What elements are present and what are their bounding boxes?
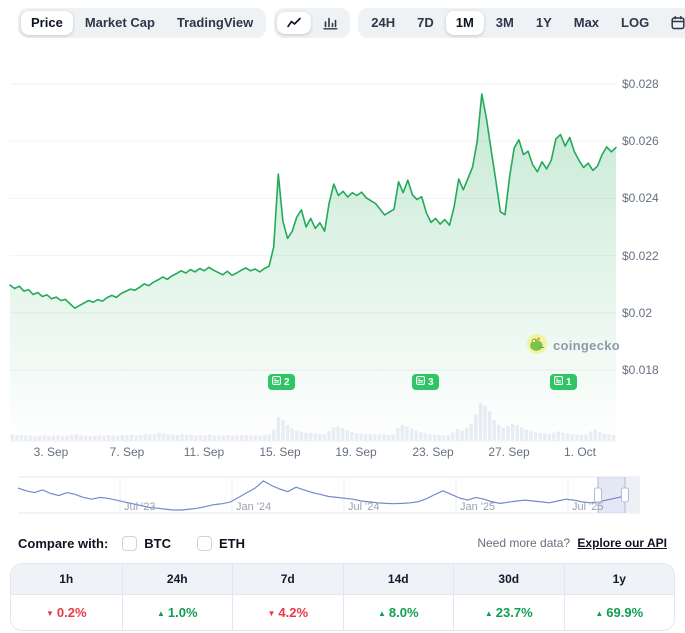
pct-value: ▲1.0%: [123, 595, 233, 630]
scale-log-toggle[interactable]: LOG: [611, 11, 659, 35]
hint-text: Need more data?: [477, 536, 570, 550]
compare-option-btc[interactable]: BTC: [122, 536, 171, 551]
change-arrow-icon: ▲: [157, 609, 165, 618]
table-column: 1h ▼0.2%: [11, 564, 122, 630]
bar-chart-icon: [322, 16, 338, 30]
navigator-label: Jul '24: [348, 501, 379, 513]
watermark-text: coingecko: [553, 338, 620, 353]
range-24h[interactable]: 24H: [361, 11, 405, 35]
price-area: [10, 94, 616, 441]
x-axis-label: 7. Sep: [110, 445, 145, 459]
pct-value: ▼4.2%: [233, 595, 343, 630]
compare-row: Compare with: BTC ETH Need more data? Ex…: [18, 533, 667, 553]
change-arrow-icon: ▼: [46, 609, 54, 618]
range-group: 24H 7D 1M 3M 1Y Max LOG: [358, 8, 685, 38]
y-axis-label: $0.018: [622, 363, 659, 377]
x-axis-label: 15. Sep: [259, 445, 300, 459]
eth-checkbox[interactable]: [197, 536, 212, 551]
price-change-table: 1h ▼0.2% 24h ▲1.0% 7d ▼4.2% 14d ▲8.0% 30…: [10, 563, 675, 631]
navigator-handle[interactable]: [622, 488, 629, 502]
navigator-label: Jul '25: [572, 501, 603, 513]
table-column: 30d ▲23.7%: [453, 564, 564, 630]
coingecko-price-chart-panel: Price Market Cap TradingView 24H 7D 1M 3…: [0, 0, 685, 633]
news-annotation-badge[interactable]: 3: [412, 374, 439, 390]
navigator-handle[interactable]: [595, 488, 602, 502]
navigator-label: Jul '23: [124, 501, 155, 513]
column-header: 24h: [123, 564, 233, 595]
tab-market-cap[interactable]: Market Cap: [75, 11, 165, 35]
pct-value: ▲69.9%: [565, 595, 675, 630]
range-7d[interactable]: 7D: [407, 11, 444, 35]
range-3m[interactable]: 3M: [486, 11, 524, 35]
pct-value: ▲23.7%: [454, 595, 564, 630]
annotation-count: 1: [566, 377, 572, 388]
tab-tradingview[interactable]: TradingView: [167, 11, 263, 35]
column-header: 1h: [11, 564, 122, 595]
change-arrow-icon: ▲: [595, 609, 603, 618]
range-1m[interactable]: 1M: [446, 11, 484, 35]
range-max[interactable]: Max: [564, 11, 609, 35]
metric-tab-group: Price Market Cap TradingView: [18, 8, 266, 38]
change-arrow-icon: ▼: [267, 609, 275, 618]
column-header: 14d: [344, 564, 454, 595]
column-header: 7d: [233, 564, 343, 595]
table-column: 24h ▲1.0%: [122, 564, 233, 630]
news-icon: [554, 376, 563, 388]
y-axis-label: $0.022: [622, 249, 659, 263]
api-hint: Need more data? Explore our API: [477, 536, 667, 550]
x-axis-label: 11. Sep: [184, 445, 224, 459]
btc-checkbox[interactable]: [122, 536, 137, 551]
news-annotation-badge[interactable]: 2: [268, 374, 295, 390]
table-column: 14d ▲8.0%: [343, 564, 454, 630]
y-axis-label: $0.026: [622, 134, 659, 148]
coingecko-logo-icon: [527, 334, 547, 357]
news-annotation-badge[interactable]: 1: [550, 374, 577, 390]
x-axis-label: 23. Sep: [412, 445, 453, 459]
pct-value: ▼0.2%: [11, 595, 122, 630]
coingecko-watermark: coingecko: [527, 334, 620, 357]
chart-toolbar: Price Market Cap TradingView 24H 7D 1M 3…: [18, 8, 667, 38]
navigator-label: Jan '24: [236, 501, 271, 513]
news-icon: [272, 376, 281, 388]
column-header: 1y: [565, 564, 675, 595]
btc-label: BTC: [144, 536, 171, 551]
x-axis-label: 27. Sep: [488, 445, 529, 459]
change-arrow-icon: ▲: [378, 609, 386, 618]
line-chart-icon-button[interactable]: [277, 12, 311, 34]
navigator-label: Jan '25: [460, 501, 495, 513]
table-column: 7d ▼4.2%: [232, 564, 343, 630]
pct-value: ▲8.0%: [344, 595, 454, 630]
range-1y[interactable]: 1Y: [526, 11, 562, 35]
eth-label: ETH: [219, 536, 245, 551]
annotation-count: 3: [428, 377, 434, 388]
y-axis-label: $0.028: [622, 77, 659, 91]
change-arrow-icon: ▲: [485, 609, 493, 618]
compare-option-eth[interactable]: ETH: [197, 536, 245, 551]
table-column: 1y ▲69.9%: [564, 564, 675, 630]
line-chart-icon: [286, 16, 302, 30]
chart-type-group: [274, 8, 350, 38]
y-axis-label: $0.024: [622, 191, 659, 205]
explore-api-link[interactable]: Explore our API: [577, 536, 667, 550]
navigator-line: [18, 481, 623, 510]
tab-price[interactable]: Price: [21, 11, 73, 35]
price-chart[interactable]: [0, 50, 685, 464]
annotation-count: 2: [284, 377, 290, 388]
x-axis-label: 19. Sep: [335, 445, 376, 459]
calendar-button[interactable]: [661, 11, 685, 35]
x-axis-label: 1. Oct: [564, 445, 596, 459]
calendar-icon: [670, 15, 685, 31]
news-icon: [416, 376, 425, 388]
column-header: 30d: [454, 564, 564, 595]
x-axis-label: 3. Sep: [34, 445, 69, 459]
bar-chart-icon-button[interactable]: [313, 12, 347, 34]
compare-label: Compare with:: [18, 536, 108, 551]
y-axis-label: $0.02: [622, 306, 652, 320]
